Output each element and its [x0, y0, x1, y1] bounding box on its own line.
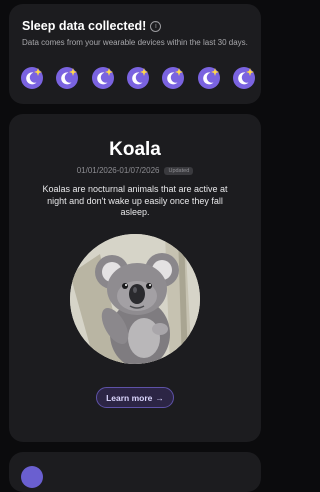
avatar: [21, 466, 43, 488]
arrow-right-icon: →: [155, 392, 164, 403]
learn-more-button[interactable]: Learn more →: [96, 387, 174, 408]
next-card: [9, 452, 261, 492]
sleep-data-card: Sleep data collected! i Data comes from …: [9, 4, 261, 104]
moon-sparkle-icon: [20, 66, 44, 90]
sleep-moon-row: [20, 66, 256, 90]
info-icon[interactable]: i: [150, 20, 162, 32]
koala-image: [70, 234, 200, 364]
sleep-card-subtitle: Data comes from your wearable devices wi…: [22, 38, 248, 47]
date-range: 01/01/2026-01/07/2026: [76, 166, 160, 175]
moon-sparkle-icon: [55, 66, 79, 90]
sleep-card-title-row: Sleep data collected! i: [22, 19, 162, 33]
moon-sparkle-icon: [161, 66, 185, 90]
animal-name: Koala: [109, 139, 161, 160]
moon-sparkle-icon: [126, 66, 150, 90]
moon-sparkle-icon: [232, 66, 256, 90]
learn-more-label: Learn more: [106, 392, 153, 403]
date-row: 01/01/2026-01/07/2026 Updated: [9, 166, 261, 175]
status-badge: Updated: [164, 166, 194, 175]
animal-card: Koala 01/01/2026-01/07/2026 Updated Koal…: [9, 114, 261, 442]
sleep-card-title: Sleep data collected!: [22, 19, 147, 33]
animal-description: Koalas are nocturnal animals that are ac…: [42, 184, 228, 217]
moon-sparkle-icon: [197, 66, 221, 90]
moon-sparkle-icon: [91, 66, 115, 90]
